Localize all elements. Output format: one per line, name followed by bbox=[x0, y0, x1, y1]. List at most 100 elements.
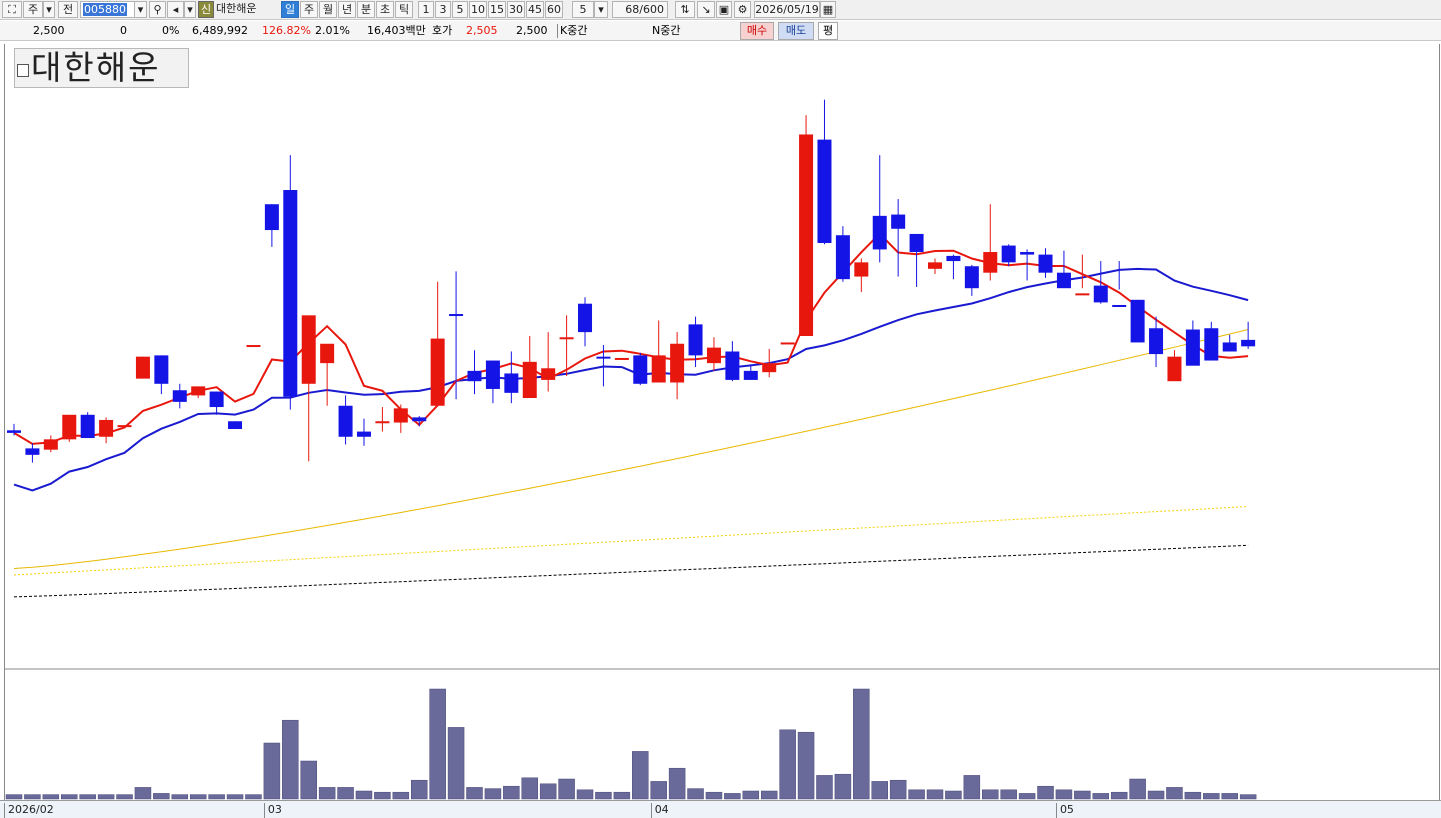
volume-bar bbox=[189, 794, 207, 800]
volume-bar bbox=[1239, 794, 1257, 800]
x-tick-label: 04 bbox=[650, 803, 669, 818]
candle-body bbox=[891, 214, 906, 229]
candle-body bbox=[430, 338, 445, 406]
volume-bar bbox=[576, 789, 594, 800]
candle-body bbox=[596, 356, 611, 359]
candle-body bbox=[1130, 299, 1145, 343]
volume-bar bbox=[97, 794, 115, 800]
candle-body bbox=[393, 408, 408, 423]
candle-body bbox=[135, 356, 150, 379]
volume-bar bbox=[1074, 790, 1091, 800]
candle-body bbox=[854, 262, 869, 277]
volume-bar bbox=[871, 781, 888, 800]
candle-body bbox=[320, 343, 335, 364]
volume-bar bbox=[1221, 793, 1238, 800]
x-axis: 2026/02 03 04 05 bbox=[0, 800, 1441, 818]
volume-bar bbox=[429, 688, 446, 800]
candle-body bbox=[1056, 272, 1071, 289]
volume-bar bbox=[466, 787, 483, 800]
candle-body bbox=[117, 425, 132, 428]
volume-bar bbox=[779, 729, 796, 800]
volume-bar bbox=[1092, 793, 1110, 800]
candle-body bbox=[356, 431, 371, 437]
candle-body bbox=[1075, 293, 1090, 296]
candle-body bbox=[338, 405, 353, 437]
volume-bar bbox=[926, 789, 944, 800]
candle-body bbox=[1038, 254, 1053, 273]
volume-bar bbox=[79, 794, 96, 800]
volume-bar bbox=[337, 787, 354, 800]
candle-body bbox=[651, 355, 666, 383]
volume-bar bbox=[171, 794, 189, 800]
price-volume-chart bbox=[5, 99, 1440, 800]
candle-body bbox=[1001, 245, 1016, 263]
candle-body bbox=[780, 342, 795, 345]
candle-body bbox=[725, 351, 740, 380]
x-tick-label: 05 bbox=[1055, 803, 1074, 818]
volume-bar bbox=[134, 787, 152, 800]
volume-bar bbox=[687, 788, 704, 800]
volume-bar bbox=[1055, 789, 1073, 800]
volume-bar bbox=[300, 760, 317, 800]
candle-body bbox=[449, 314, 464, 317]
volume-bar bbox=[42, 794, 60, 800]
candle-body bbox=[467, 370, 482, 382]
volume-bar bbox=[318, 787, 336, 800]
volume-bar bbox=[760, 790, 778, 800]
candle-body bbox=[412, 417, 427, 422]
volume-bar bbox=[116, 794, 133, 800]
candle-body bbox=[670, 343, 685, 383]
candle-body bbox=[246, 345, 261, 348]
candle-body bbox=[1167, 356, 1182, 382]
candle-body bbox=[1149, 328, 1164, 355]
candle-body bbox=[1093, 285, 1108, 303]
candle-body bbox=[264, 204, 279, 231]
candle-body bbox=[817, 139, 832, 243]
candle-body bbox=[909, 233, 924, 253]
candle-body bbox=[743, 370, 758, 380]
volume-bar bbox=[668, 767, 686, 800]
ma60-line bbox=[13, 329, 1249, 569]
candle-body bbox=[80, 414, 95, 439]
volume-bar bbox=[539, 783, 557, 800]
candle-body bbox=[301, 315, 316, 384]
candle-body bbox=[62, 414, 77, 440]
candle-body bbox=[964, 266, 979, 289]
volume-bar bbox=[447, 727, 465, 800]
volume-bar bbox=[226, 794, 244, 800]
candle-body bbox=[99, 419, 114, 437]
stock-title: 대한해운 bbox=[31, 48, 161, 87]
volume-bar bbox=[632, 751, 649, 800]
candle-body bbox=[578, 303, 593, 333]
candle-body bbox=[983, 252, 998, 273]
grid-icon[interactable] bbox=[17, 64, 29, 77]
volume-bar bbox=[245, 794, 262, 800]
candle-body bbox=[559, 337, 574, 340]
ma20-line bbox=[13, 267, 1249, 492]
candle-body bbox=[872, 215, 887, 250]
volume-bar bbox=[5, 794, 23, 800]
candle-body bbox=[633, 355, 648, 384]
volume-bar bbox=[853, 688, 870, 800]
volume-bar bbox=[263, 742, 281, 800]
volume-bar bbox=[355, 790, 373, 800]
volume-bar bbox=[816, 775, 833, 800]
volume-bar bbox=[484, 788, 502, 800]
volume-bar bbox=[374, 791, 391, 800]
volume-bar bbox=[908, 789, 925, 800]
candle-body bbox=[522, 361, 537, 399]
volume-bar bbox=[410, 779, 428, 800]
volume-bar bbox=[1110, 791, 1128, 800]
candle-body bbox=[504, 373, 519, 393]
volume-bar bbox=[282, 719, 299, 800]
volume-bar bbox=[392, 791, 410, 800]
candle-body bbox=[485, 360, 500, 389]
volume-bar bbox=[705, 791, 723, 800]
candle-body bbox=[283, 190, 298, 397]
candle-body bbox=[799, 134, 814, 336]
volume-bar bbox=[982, 789, 999, 800]
candle-body bbox=[228, 421, 243, 430]
volume-bar bbox=[834, 773, 852, 800]
candle-body bbox=[614, 357, 629, 360]
candle-body bbox=[541, 368, 556, 380]
